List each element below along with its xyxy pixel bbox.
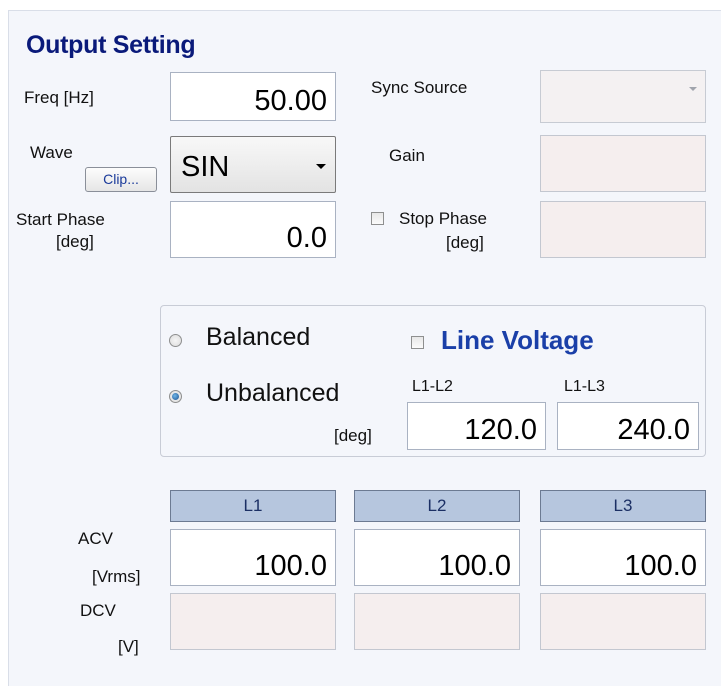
dcv-label-line2: [V] bbox=[118, 637, 139, 656]
phase-header-l1: L1 bbox=[170, 490, 336, 522]
clip-button[interactable]: Clip... bbox=[85, 167, 157, 192]
acv-l2-input[interactable]: 100.0 bbox=[354, 529, 520, 586]
stop-phase-label-line1: Stop Phase bbox=[399, 209, 487, 228]
acv-label-line1: ACV bbox=[78, 529, 113, 548]
phase-deg-label: [deg] bbox=[334, 426, 372, 445]
stop-phase-input[interactable] bbox=[540, 201, 706, 258]
l1-l3-label: L1-L3 bbox=[564, 378, 605, 395]
l1-l2-input[interactable]: 120.0 bbox=[407, 402, 546, 450]
chevron-down-icon bbox=[316, 164, 326, 169]
freq-label: Freq [Hz] bbox=[24, 88, 94, 107]
l1-l2-label: L1-L2 bbox=[412, 378, 453, 395]
wave-selected-value: SIN bbox=[181, 151, 230, 183]
gain-label: Gain bbox=[389, 146, 425, 165]
acv-l3-input[interactable]: 100.0 bbox=[540, 529, 706, 586]
acv-label-line2: [Vrms] bbox=[92, 567, 141, 586]
sync-source-label: Sync Source bbox=[371, 78, 468, 97]
dcv-l3-input[interactable] bbox=[540, 593, 706, 650]
unbalanced-radio[interactable] bbox=[169, 390, 182, 403]
start-phase-label: Start Phase [deg] bbox=[16, 209, 144, 253]
start-phase-input[interactable]: 0.0 bbox=[170, 201, 336, 258]
dcv-label-line1: DCV bbox=[80, 601, 116, 620]
stop-phase-label-line2: [deg] bbox=[446, 233, 484, 252]
wave-select[interactable]: SIN bbox=[170, 136, 336, 193]
acv-l1-input[interactable]: 100.0 bbox=[170, 529, 336, 586]
dcv-l1-input[interactable] bbox=[170, 593, 336, 650]
gain-input[interactable] bbox=[540, 135, 706, 192]
start-phase-label-line1: Start Phase bbox=[16, 210, 105, 229]
line-voltage-checkbox[interactable] bbox=[411, 336, 424, 349]
chevron-down-icon bbox=[689, 87, 697, 91]
balanced-label: Balanced bbox=[206, 323, 311, 351]
sync-source-select[interactable] bbox=[540, 70, 706, 123]
section-title: Output Setting bbox=[26, 31, 196, 59]
start-phase-label-line2: [deg] bbox=[56, 232, 94, 251]
line-voltage-label: Line Voltage bbox=[441, 325, 594, 355]
dcv-l2-input[interactable] bbox=[354, 593, 520, 650]
unbalanced-label: Unbalanced bbox=[206, 379, 340, 407]
balanced-radio[interactable] bbox=[169, 334, 182, 347]
phase-header-l2: L2 bbox=[354, 490, 520, 522]
stop-phase-checkbox[interactable] bbox=[371, 212, 384, 225]
l1-l3-input[interactable]: 240.0 bbox=[557, 402, 699, 450]
phase-header-l3: L3 bbox=[540, 490, 706, 522]
wave-label: Wave bbox=[30, 143, 73, 162]
freq-input[interactable]: 50.00 bbox=[170, 72, 336, 121]
